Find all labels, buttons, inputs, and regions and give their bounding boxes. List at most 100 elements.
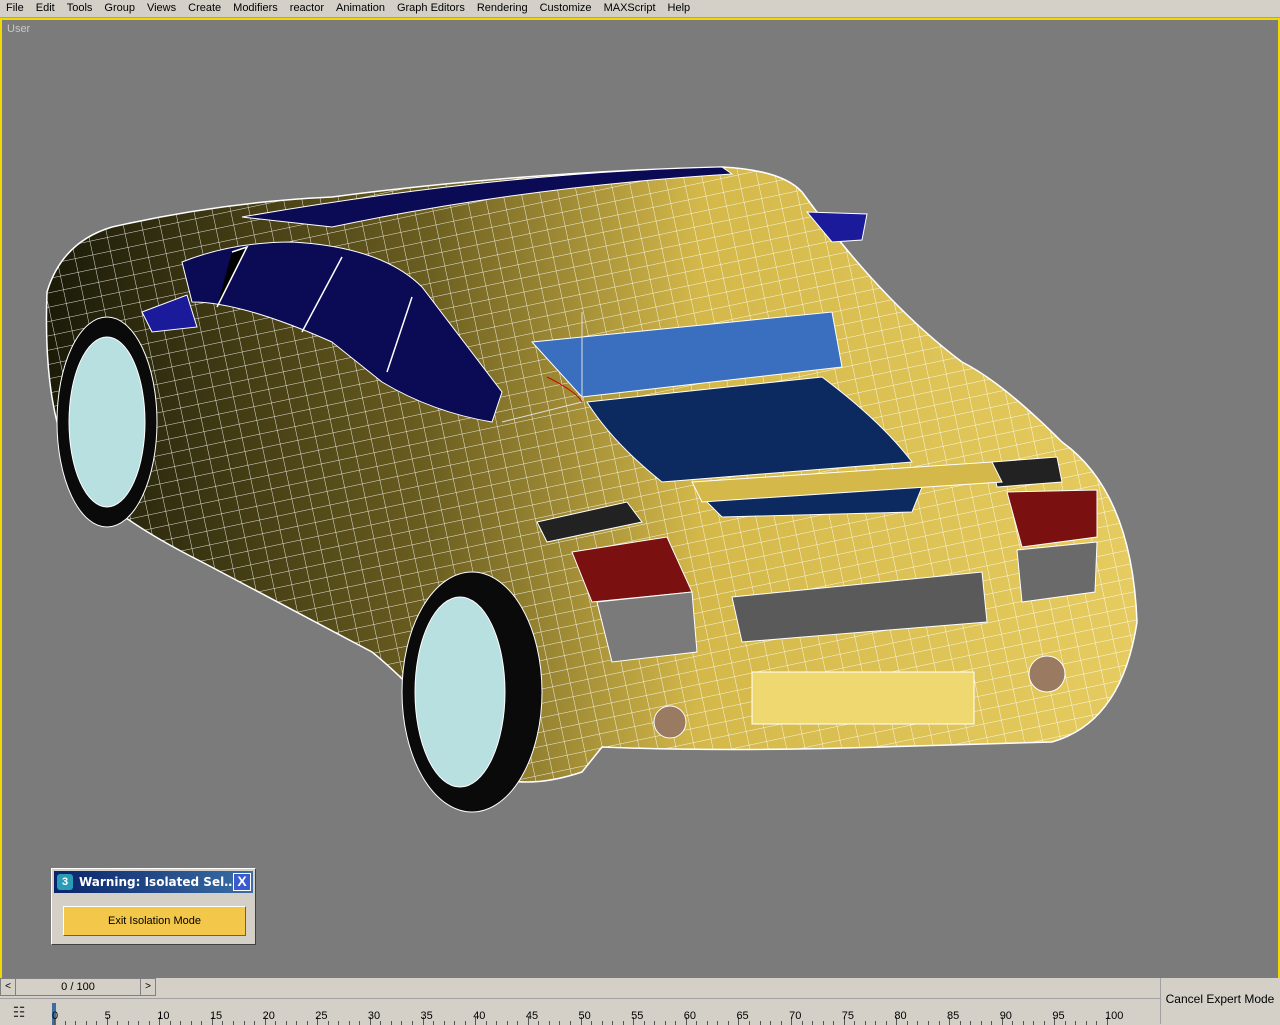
frame-label: 15 — [209, 1010, 223, 1022]
frame-label: 45 — [525, 1010, 539, 1022]
frame-tick — [548, 1021, 550, 1025]
frame-tick — [875, 1021, 877, 1025]
frame-tick — [85, 1021, 87, 1025]
frame-tick — [306, 1021, 308, 1025]
frame-tick — [496, 1021, 498, 1025]
car-wireframe-model[interactable] — [2, 20, 1278, 978]
frame-tick — [380, 1021, 382, 1025]
frame-tick — [970, 1021, 972, 1025]
menu-bar: File Edit Tools Group Views Create Modifiers re… — [0, 0, 1280, 18]
isolation-warning-dialog: 3 Warning: Isolated Sel… X Exit Isolatio… — [51, 868, 256, 945]
menu-modifiers[interactable]: Modifiers — [227, 0, 284, 17]
frame-tick — [696, 1021, 698, 1025]
frame-tick — [569, 1021, 571, 1025]
frame-label: 0 — [52, 1010, 59, 1022]
frame-tick — [401, 1021, 403, 1025]
frame-tick — [190, 1021, 192, 1025]
frame-label: 5 — [104, 1010, 111, 1022]
frame-tick — [885, 1021, 887, 1025]
frame-label: 90 — [999, 1010, 1012, 1022]
frame-tick — [938, 1021, 940, 1025]
menu-graph-editors[interactable]: Graph Editors — [391, 0, 471, 17]
frame-tick — [338, 1021, 340, 1025]
user-viewport[interactable]: User — [0, 18, 1280, 980]
dialog-titlebar[interactable]: 3 Warning: Isolated Sel… X — [54, 871, 253, 893]
frame-tick — [780, 1021, 782, 1025]
frame-tick — [359, 1021, 361, 1025]
frame-tick — [1022, 1021, 1024, 1025]
key-filter-icon[interactable]: ☷ — [8, 1003, 30, 1021]
frame-tick — [864, 1021, 866, 1025]
frame-tick — [717, 1021, 719, 1025]
frame-tick — [64, 1021, 66, 1025]
close-icon[interactable]: X — [233, 873, 251, 891]
frame-tick — [1012, 1021, 1014, 1025]
frame-tick — [906, 1021, 908, 1025]
frame-label: 10 — [157, 1010, 170, 1022]
frame-tick — [622, 1021, 624, 1025]
frame-tick — [980, 1021, 982, 1025]
frame-tick — [706, 1021, 708, 1025]
frame-tick — [243, 1021, 245, 1025]
time-slider-thumb[interactable]: 0 / 100 — [16, 979, 140, 995]
menu-help[interactable]: Help — [662, 0, 697, 17]
time-slider[interactable]: < 0 / 100 > — [0, 978, 156, 996]
frame-tick — [201, 1021, 203, 1025]
frame-tick — [675, 1021, 677, 1025]
frame-tick — [959, 1021, 961, 1025]
frame-tick — [727, 1021, 729, 1025]
frame-tick — [443, 1021, 445, 1025]
menu-views[interactable]: Views — [141, 0, 182, 17]
frame-label: 30 — [367, 1010, 381, 1022]
dialog-title: Warning: Isolated Sel… — [79, 875, 237, 889]
frame-tick — [454, 1021, 456, 1025]
frame-tick — [812, 1021, 814, 1025]
next-frame-button[interactable]: > — [140, 979, 155, 995]
menu-create[interactable]: Create — [182, 0, 227, 17]
frame-tick — [296, 1021, 298, 1025]
frame-tick — [538, 1021, 540, 1025]
frame-tick — [275, 1021, 277, 1025]
menu-rendering[interactable]: Rendering — [471, 0, 534, 17]
frame-label: 80 — [894, 1010, 907, 1022]
prev-frame-button[interactable]: < — [1, 979, 16, 995]
frame-tick — [1064, 1021, 1066, 1025]
frame-tick — [464, 1021, 466, 1025]
frame-label: 75 — [841, 1010, 854, 1022]
frame-tick — [759, 1021, 761, 1025]
exit-isolation-button[interactable]: Exit Isolation Mode — [63, 906, 246, 936]
frame-tick — [285, 1021, 287, 1025]
frame-tick — [770, 1021, 772, 1025]
cancel-expert-mode-button[interactable]: Cancel Expert Mode — [1161, 992, 1279, 1006]
frame-tick — [412, 1021, 414, 1025]
frame-tick — [127, 1021, 129, 1025]
menu-tools[interactable]: Tools — [61, 0, 99, 17]
menu-group[interactable]: Group — [98, 0, 141, 17]
frame-label: 70 — [789, 1010, 802, 1022]
frame-tick — [854, 1021, 856, 1025]
frame-tick — [917, 1021, 919, 1025]
frame-label: 50 — [578, 1010, 591, 1022]
menu-reactor[interactable]: reactor — [284, 0, 330, 17]
frame-tick — [138, 1021, 140, 1025]
frame-tick — [991, 1021, 993, 1025]
menu-maxscript[interactable]: MAXScript — [598, 0, 662, 17]
frame-tick — [833, 1021, 835, 1025]
frame-label: 40 — [473, 1010, 486, 1022]
frame-tick — [117, 1021, 119, 1025]
frame-tick — [748, 1021, 750, 1025]
frame-tick — [506, 1021, 508, 1025]
frame-tick — [822, 1021, 824, 1025]
viewport-label[interactable]: User — [7, 23, 30, 35]
status-area: Cancel Expert Mode — [1160, 978, 1280, 1024]
track-bar[interactable]: ☷ 0 5 10 15 20 25 30 35 40 45 50 55 60 65 70 75 80 85 90 95… — [0, 998, 1160, 1025]
menu-file[interactable]: File — [0, 0, 30, 17]
menu-animation[interactable]: Animation — [330, 0, 391, 17]
menu-customize[interactable]: Customize — [534, 0, 598, 17]
frame-tick — [96, 1021, 98, 1025]
frame-tick — [348, 1021, 350, 1025]
menu-edit[interactable]: Edit — [30, 0, 61, 17]
frame-tick — [433, 1021, 435, 1025]
frame-tick — [1096, 1021, 1098, 1025]
frame-tick — [1043, 1021, 1045, 1025]
